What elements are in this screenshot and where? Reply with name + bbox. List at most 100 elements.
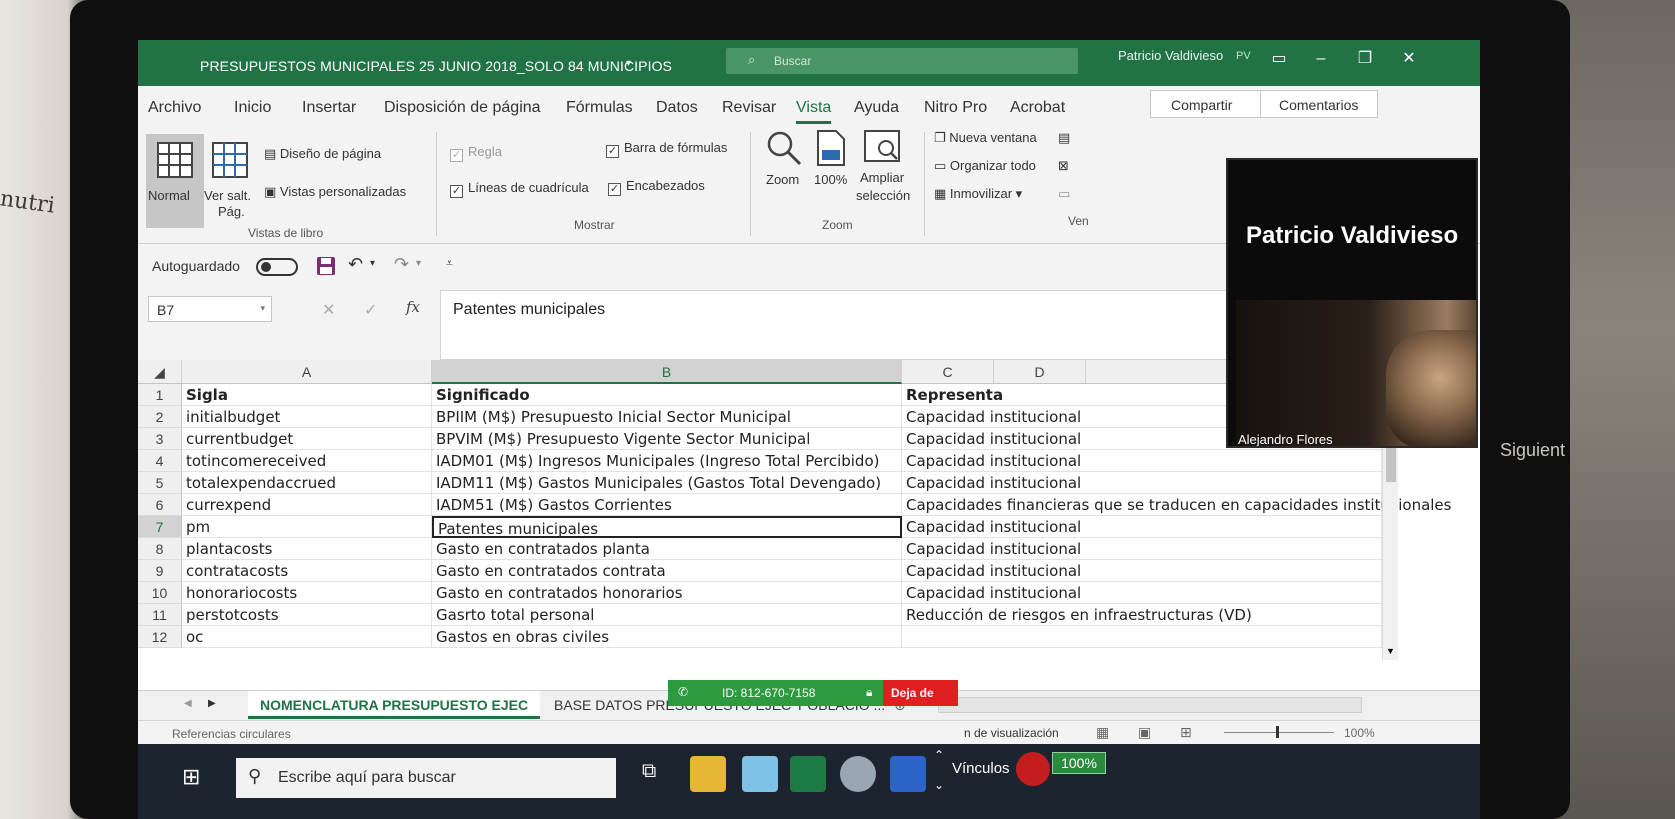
formula-bar-checkbox[interactable]: ✓ Barra de fórmulas: [606, 140, 727, 158]
cell-b11[interactable]: Gasrto total personal: [432, 604, 902, 626]
save-icon[interactable]: [316, 256, 336, 276]
tab-formulas[interactable]: Fórmulas: [566, 99, 633, 117]
comments-button[interactable]: Comentarios: [1260, 90, 1378, 118]
cell-c7[interactable]: Capacidad institucional: [902, 516, 1382, 538]
page-break-status-icon[interactable]: ⊞: [1180, 724, 1192, 741]
page-break-icon[interactable]: [210, 140, 250, 180]
cell-a12[interactable]: oc: [182, 626, 432, 648]
scroll-down-icon[interactable]: ▼: [1386, 646, 1395, 656]
photos-icon[interactable]: [742, 756, 778, 792]
cell-a5[interactable]: totalexpendaccrued: [182, 472, 432, 494]
share-button[interactable]: Compartir: [1150, 90, 1276, 118]
row-header[interactable]: 4: [138, 450, 182, 472]
undo-icon[interactable]: ↶: [348, 254, 363, 275]
column-header-a[interactable]: A: [182, 360, 432, 384]
tab-datos[interactable]: Datos: [656, 99, 698, 117]
normal-view-status-icon[interactable]: ▦: [1096, 724, 1109, 741]
file-explorer-icon[interactable]: [690, 756, 726, 792]
row-header[interactable]: 8: [138, 538, 182, 560]
excel-icon[interactable]: [790, 756, 826, 792]
cell-c8[interactable]: Capacidad institucional: [902, 538, 1382, 560]
view-settings-label[interactable]: n de visualización: [964, 726, 1059, 740]
zoom-100-label[interactable]: 100%: [814, 172, 847, 187]
cell-c10[interactable]: Capacidad institucional: [902, 582, 1382, 604]
maximize-button[interactable]: ❐: [1350, 46, 1380, 72]
cell-a2[interactable]: initialbudget: [182, 406, 432, 428]
lock-icon[interactable]: 🔒︎: [866, 685, 872, 700]
page-break-label-2[interactable]: Pág.: [218, 204, 245, 219]
column-header-b[interactable]: B: [432, 360, 902, 384]
page-layout-button[interactable]: ▤ Diseño de página: [264, 146, 381, 162]
enter-icon[interactable]: ✓: [364, 300, 377, 320]
browser-icon[interactable]: [840, 756, 876, 792]
normal-view-button[interactable]: Normal: [146, 134, 204, 228]
cell-c6[interactable]: Capacidades financieras que se traducen …: [902, 494, 1451, 516]
cell-a1[interactable]: Sigla: [182, 384, 432, 406]
tab-revisar[interactable]: Revisar: [722, 99, 776, 117]
ruler-checkbox[interactable]: ✓ Regla: [450, 144, 502, 162]
column-header-d[interactable]: D: [994, 360, 1086, 384]
cell-c12[interactable]: [902, 626, 1382, 648]
teamviewer-icon[interactable]: [890, 756, 926, 792]
row-header[interactable]: 3: [138, 428, 182, 450]
customize-qat-icon[interactable]: ⩡: [446, 256, 453, 271]
cell-a6[interactable]: currexpend: [182, 494, 432, 516]
zoom-selection-icon[interactable]: [862, 128, 902, 168]
zoom-icon[interactable]: [764, 128, 804, 168]
tab-archivo[interactable]: Archivo: [148, 99, 201, 117]
row-header[interactable]: 12: [138, 626, 182, 648]
undo-dropdown-icon[interactable]: ▾: [370, 258, 375, 269]
redo-icon[interactable]: ↷: [394, 254, 409, 275]
prev-sheet-icon[interactable]: ◀: [184, 698, 192, 709]
redo-dropdown-icon[interactable]: ▾: [416, 258, 421, 269]
arrange-all-button[interactable]: ▭ Organizar todo: [934, 158, 1036, 174]
stop-sharing-button[interactable]: Deja de: [883, 680, 958, 706]
cell-b12[interactable]: Gastos en obras civiles: [432, 626, 902, 648]
row-header[interactable]: 5: [138, 472, 182, 494]
cell-b10[interactable]: Gasto en contratados honorarios: [432, 582, 902, 604]
taskbar-scroll-down-icon[interactable]: ⌄: [934, 778, 944, 792]
cell-a9[interactable]: contratacosts: [182, 560, 432, 582]
tab-disposicion[interactable]: Disposición de página: [384, 99, 541, 117]
name-box-dropdown-icon[interactable]: ▾: [260, 303, 265, 314]
row-header[interactable]: 11: [138, 604, 182, 626]
cell-a11[interactable]: perstotcosts: [182, 604, 432, 626]
custom-views-button[interactable]: ▣ Vistas personalizadas: [264, 184, 406, 200]
task-view-icon[interactable]: ⧉: [642, 760, 656, 783]
row-header[interactable]: 2: [138, 406, 182, 428]
search-box[interactable]: ⌕ Buscar: [726, 48, 1078, 74]
zoom-selection-label-2[interactable]: selección: [856, 188, 910, 203]
zoom-slider[interactable]: [1224, 732, 1334, 733]
cell-c9[interactable]: Capacidad institucional: [902, 560, 1382, 582]
column-header-c[interactable]: C: [902, 360, 994, 384]
headings-checkbox[interactable]: ✓ Encabezados: [608, 178, 705, 196]
cell-a7[interactable]: pm: [182, 516, 432, 538]
cancel-icon[interactable]: ✕: [322, 300, 335, 320]
freeze-panes-button[interactable]: ▦ Inmovilizar ▾: [934, 186, 1022, 202]
antivirus-icon[interactable]: [1016, 752, 1050, 786]
hide-icon[interactable]: ⊠: [1058, 158, 1069, 174]
next-sheet-icon[interactable]: ▶: [208, 698, 216, 709]
cell-b8[interactable]: Gasto en contratados planta: [432, 538, 902, 560]
cell-c5[interactable]: Capacidad institucional: [902, 472, 1382, 494]
user-initials[interactable]: PV: [1236, 50, 1251, 62]
zoom-selection-label[interactable]: Ampliar: [860, 170, 904, 185]
remote-control-icon[interactable]: ✆: [678, 685, 688, 699]
cell-c4[interactable]: Capacidad institucional: [902, 450, 1382, 472]
zoom-slider-thumb[interactable]: [1276, 726, 1279, 738]
tab-nitro[interactable]: Nitro Pro: [924, 99, 987, 117]
user-name[interactable]: Patricio Valdivieso: [1118, 48, 1223, 63]
cell-c11[interactable]: Reducción de riesgos en infraestructuras…: [902, 604, 1382, 626]
cell-b4[interactable]: IADM01 (M$) Ingresos Municipales (Ingres…: [432, 450, 902, 472]
cell-b2[interactable]: BPIIM (M$) Presupuesto Inicial Sector Mu…: [432, 406, 902, 428]
page-layout-status-icon[interactable]: ▣: [1138, 724, 1151, 741]
split-icon[interactable]: ▤: [1058, 130, 1070, 146]
row-header[interactable]: 1: [138, 384, 182, 406]
cell-a3[interactable]: currentbudget: [182, 428, 432, 450]
taskbar-search[interactable]: ⚲ Escribe aquí para buscar: [236, 758, 616, 798]
gridlines-checkbox[interactable]: ✓ Líneas de cuadrícula: [450, 180, 589, 198]
row-header[interactable]: 9: [138, 560, 182, 582]
cell-b7[interactable]: Patentes municipales: [432, 516, 902, 538]
tab-inicio[interactable]: Inicio: [234, 99, 271, 117]
cell-a8[interactable]: plantacosts: [182, 538, 432, 560]
